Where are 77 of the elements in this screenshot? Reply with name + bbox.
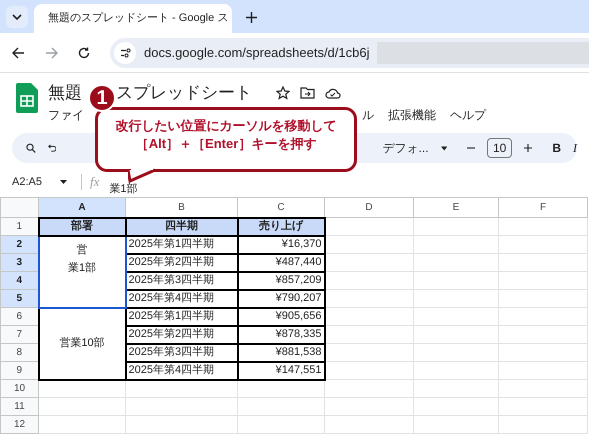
callout-text: 改行したい位置にカーソルを移動して xyxy=(116,117,336,135)
menu-item[interactable]: ヘルプ xyxy=(450,106,486,124)
header-cell: 部署 xyxy=(38,218,126,236)
font-size-field[interactable]: 10 xyxy=(486,138,512,158)
table-cell: 2025年第1四半期 xyxy=(126,308,238,326)
column-header[interactable]: D xyxy=(324,198,414,218)
row-header[interactable]: 2 xyxy=(0,236,38,254)
menu-item[interactable]: ル xyxy=(362,106,374,124)
font-dropdown[interactable]: デフォ... xyxy=(382,139,429,157)
table-cell: ¥147,551 xyxy=(238,362,324,380)
row-header[interactable]: 5 xyxy=(0,290,38,308)
cell-text-line: 営 xyxy=(76,242,88,258)
star-icon[interactable] xyxy=(276,86,290,100)
table-cell: ¥790,207 xyxy=(238,290,324,308)
header-cell: 四半期 xyxy=(126,218,238,236)
url-text: docs.google.com/spreadsheets/d/1cb6j xyxy=(144,44,370,62)
undo-icon[interactable] xyxy=(48,143,56,153)
site-info-icon[interactable] xyxy=(114,42,136,64)
table-cell: 2025年第3四半期 xyxy=(126,272,238,290)
minus-icon[interactable] xyxy=(466,147,475,149)
chevron-down-icon xyxy=(12,14,22,20)
menu-item[interactable]: 拡張機能 xyxy=(388,106,436,124)
column-header[interactable]: B xyxy=(126,198,238,218)
table-cell: ¥857,209 xyxy=(238,272,324,290)
back-arrow-icon[interactable] xyxy=(12,46,25,58)
table-cell: ¥881,538 xyxy=(238,344,324,362)
reload-icon[interactable] xyxy=(78,46,90,58)
document-title[interactable]: 無題 xyxy=(48,83,82,103)
italic-button[interactable]: I xyxy=(573,139,577,157)
table-cell: 2025年第4四半期 xyxy=(126,290,238,308)
browser-tab[interactable]: 無題のスプレッドシート - Google ス xyxy=(34,4,232,33)
cell-text-line: 業1部 xyxy=(68,260,96,276)
row-header[interactable]: 11 xyxy=(0,398,38,416)
row-header[interactable]: 1 xyxy=(0,218,38,236)
formula-input[interactable]: 業1部 xyxy=(109,180,138,198)
row-header[interactable]: 9 xyxy=(0,362,38,380)
table-cell: 2025年第4四半期 xyxy=(126,362,238,380)
table-cell: ¥905,656 xyxy=(238,308,324,326)
step-number-badge: 1 xyxy=(88,84,116,112)
column-header[interactable]: F xyxy=(498,198,588,218)
row-header[interactable]: 3 xyxy=(0,254,38,272)
column-header[interactable]: C xyxy=(238,198,324,218)
row-header[interactable]: 8 xyxy=(0,344,38,362)
table-cell: ¥487,440 xyxy=(238,254,324,272)
row-header[interactable]: 6 xyxy=(0,308,38,326)
row-header[interactable]: 4 xyxy=(0,272,38,290)
cloud-icon[interactable] xyxy=(325,87,341,99)
forward-arrow-icon[interactable] xyxy=(45,46,58,58)
row-header[interactable]: 10 xyxy=(0,380,38,398)
table-cell: ¥878,335 xyxy=(238,326,324,344)
callout-text: ［Alt］＋［Enter］キーを押す xyxy=(136,135,316,153)
search-icon[interactable] xyxy=(26,142,36,154)
cell-text-line: 営業10部 xyxy=(59,336,105,352)
address-bar[interactable]: docs.google.com/spreadsheets/d/1cb6j xyxy=(110,38,589,68)
tab-title: 無題のスプレッドシート - Google ス xyxy=(48,10,228,26)
row-header[interactable]: 12 xyxy=(0,416,38,434)
sheets-logo-icon xyxy=(16,83,38,113)
table-cell: 2025年第2四半期 xyxy=(126,254,238,272)
row-header[interactable]: 7 xyxy=(0,326,38,344)
table-cell: 2025年第1四半期 xyxy=(126,236,238,254)
plus-icon[interactable] xyxy=(524,143,532,153)
bold-button[interactable]: B xyxy=(552,139,561,157)
name-box[interactable]: A2:A5 xyxy=(0,174,60,190)
document-title[interactable]: スプレッドシート xyxy=(116,83,252,103)
tab-list-button[interactable] xyxy=(6,6,28,28)
header-cell: 売り上げ xyxy=(238,218,324,236)
table-cell: ¥16,370 xyxy=(238,236,324,254)
fx-label: fx xyxy=(90,173,100,192)
menu-item[interactable]: ファイ xyxy=(48,106,84,124)
dropdown-caret-icon[interactable] xyxy=(60,180,67,184)
folder-icon[interactable] xyxy=(300,87,315,99)
dropdown-caret-icon[interactable] xyxy=(440,146,447,150)
column-header[interactable]: A xyxy=(38,198,126,218)
plus-icon[interactable] xyxy=(246,12,257,23)
column-header[interactable]: E xyxy=(414,198,498,218)
table-cell: 2025年第3四半期 xyxy=(126,344,238,362)
table-cell: 2025年第2四半期 xyxy=(126,326,238,344)
